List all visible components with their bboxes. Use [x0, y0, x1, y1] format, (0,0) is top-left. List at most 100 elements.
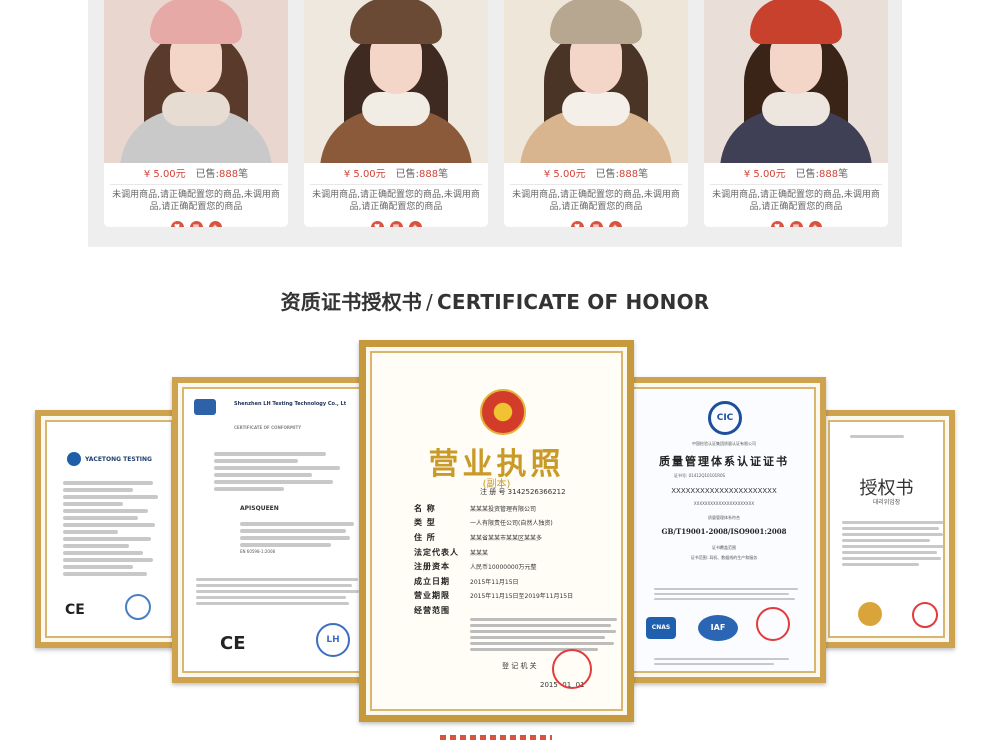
- sold-count: 888: [619, 169, 639, 180]
- divider: [710, 184, 882, 185]
- divider: [510, 184, 682, 185]
- quality-scope-title: 证书覆盖范围: [712, 545, 736, 550]
- field-label: 注册资本: [414, 562, 450, 572]
- field-label: 名 称: [414, 503, 436, 513]
- action-icons: ♥ ▦ ◈: [504, 221, 688, 227]
- red-seal-icon: [756, 607, 790, 641]
- sold-label: 已售:: [395, 169, 420, 180]
- product-card[interactable]: ¥ 5.00元 已售:888笔 未调用商品,请正确配置您的商品,未调用商品,请正确…: [304, 0, 488, 227]
- share-icon[interactable]: ◈: [608, 221, 622, 227]
- cic-logo-text: CIC: [716, 413, 734, 423]
- product-card[interactable]: ¥ 5.00元 已售:888笔 未调用商品,请正确配置您的商品,未调用商品,请正确…: [104, 0, 288, 227]
- quality-addr-line: XXXXXXXXXXXXXXXXXXXXXX: [693, 501, 755, 506]
- field-value: 某某某投资管理有限公司: [470, 505, 537, 513]
- product-description: 未调用商品,请正确配置您的商品,未调用商品,请正确配置您的商品: [312, 190, 480, 212]
- field-value: 某某某: [470, 549, 489, 557]
- product-list: ¥ 5.00元 已售:888笔 未调用商品,请正确配置您的商品,未调用商品,请正确…: [88, 0, 902, 247]
- field-label: 成立日期: [414, 576, 450, 586]
- price: ¥ 5.00元: [143, 169, 186, 180]
- sold-count: 888: [819, 169, 839, 180]
- sold-unit: 笔: [238, 169, 249, 180]
- seal-icon: [125, 594, 151, 620]
- product-image[interactable]: [504, 0, 688, 163]
- section-divider-dots: [440, 735, 552, 740]
- quality-title: 质量管理体系认证证书: [659, 455, 789, 468]
- auth-title: 授权书: [859, 478, 914, 499]
- cnas-badge: CNAS: [646, 617, 676, 639]
- red-seal-icon: [552, 649, 592, 689]
- field-value: 某某省某某市某某区某某多: [470, 534, 543, 542]
- field-label: 住 所: [414, 532, 436, 542]
- product-image[interactable]: [304, 0, 488, 163]
- divider: [110, 184, 282, 185]
- price-line: ¥ 5.00元 已售:888笔: [504, 165, 688, 183]
- section-title: 资质证书授权书 / CERTIFICATE OF HONOR: [0, 286, 990, 315]
- divider: [310, 184, 482, 185]
- lh-stamp-text: LH: [326, 635, 340, 645]
- product-description: 未调用商品,请正确配置您的商品,未调用商品,请正确配置您的商品: [112, 190, 280, 212]
- gold-seal-icon: [858, 602, 882, 626]
- field-value: 人民币10000000万元整: [470, 564, 537, 572]
- share-icon[interactable]: ◈: [208, 221, 222, 227]
- sold-count: 888: [219, 169, 239, 180]
- cart-icon[interactable]: ▦: [789, 221, 803, 227]
- product-image[interactable]: [104, 0, 288, 163]
- product-card[interactable]: ¥ 5.00元 已售:888笔 未调用商品,请正确配置您的商品,未调用商品,请正确…: [704, 0, 888, 227]
- yacetong-brand: YACETONG TESTING: [85, 455, 152, 463]
- cart-icon[interactable]: ▦: [589, 221, 603, 227]
- product-card[interactable]: ¥ 5.00元 已售:888笔 未调用商品,请正确配置您的商品,未调用商品,请正确…: [504, 0, 688, 227]
- sold-unit: 笔: [438, 169, 449, 180]
- heart-icon[interactable]: ♥: [170, 221, 184, 227]
- lh-company: Shenzhen LH Testing Technology Co., Lt: [234, 401, 347, 407]
- share-icon[interactable]: ◈: [808, 221, 822, 227]
- price: ¥ 5.00元: [343, 169, 386, 180]
- price: ¥ 5.00元: [743, 169, 786, 180]
- price-line: ¥ 5.00元 已售:888笔: [104, 165, 288, 183]
- product-image[interactable]: [704, 0, 888, 163]
- certificate-authorization[interactable]: 授权书 대리위임장: [818, 410, 955, 648]
- lh-standard: EN 60598-1:2008: [240, 549, 276, 554]
- sold-label: 已售:: [795, 169, 820, 180]
- certificate-yacetong[interactable]: YACETONG TESTING CE: [35, 410, 183, 648]
- red-seal-icon: [912, 602, 938, 628]
- heart-icon[interactable]: ♥: [570, 221, 584, 227]
- field-label: 类 型: [414, 518, 436, 528]
- field-value: 2015年11月15日: [470, 578, 519, 586]
- price: ¥ 5.00元: [543, 169, 586, 180]
- cic-logo-icon: CIC: [708, 401, 742, 435]
- lh-logo-icon: [194, 399, 216, 415]
- sold-label: 已售:: [195, 169, 220, 180]
- heart-icon[interactable]: ♥: [770, 221, 784, 227]
- sold-unit: 笔: [838, 169, 849, 180]
- heart-icon[interactable]: ♥: [370, 221, 384, 227]
- field-label: 经营范围: [414, 605, 450, 615]
- license-issuer: 登 记 机 关: [502, 662, 537, 670]
- cart-icon[interactable]: ▦: [389, 221, 403, 227]
- section-title-en: CERTIFICATE OF HONOR: [436, 290, 710, 314]
- iaf-badge: IAF: [698, 615, 738, 641]
- sold-label: 已售:: [595, 169, 620, 180]
- action-icons: ♥ ▦ ◈: [304, 221, 488, 227]
- license-fields: 名 称 某某某投资管理有限公司 类 型 一人有限责任公司(自然人独资) 住 所 某某省…: [414, 501, 621, 618]
- sold-unit: 笔: [638, 169, 649, 180]
- lh-heading: CERTIFICATE OF CONFORMITY: [234, 425, 302, 430]
- product-description: 未调用商品,请正确配置您的商品,未调用商品,请正确配置您的商品: [712, 190, 880, 212]
- lh-brand: APISQUEEN: [240, 505, 279, 512]
- action-icons: ♥ ▦ ◈: [704, 221, 888, 227]
- cart-icon[interactable]: ▦: [189, 221, 203, 227]
- quality-name-line: XXXXXXXXXXXXXXXXXXXXXX: [671, 487, 777, 495]
- field-value: 一人有限责任公司(自然人独资): [470, 520, 553, 528]
- certificate-lh-testing[interactable]: Shenzhen LH Testing Technology Co., Lt C…: [172, 377, 372, 683]
- quality-standard: GB/T19001-2008/ISO9001:2008: [661, 527, 787, 536]
- national-emblem-icon: [480, 389, 526, 435]
- yacetong-logo-icon: [67, 452, 81, 466]
- title-separator: /: [426, 290, 433, 314]
- price-line: ¥ 5.00元 已售:888笔: [304, 165, 488, 183]
- quality-conform: 质量管理体系符合: [708, 515, 740, 520]
- certificate-business-license[interactable]: 营业执照 (副本) 注 册 号 3142526366212 名 称某某某投资管理…: [359, 340, 634, 722]
- action-icons: ♥ ▦ ◈: [104, 221, 288, 227]
- field-label: 法定代表人: [414, 547, 459, 557]
- ce-mark: CE: [65, 602, 85, 618]
- share-icon[interactable]: ◈: [408, 221, 422, 227]
- certificate-quality-system[interactable]: CIC 中国检验认证集团质量认证有限公司 质量管理体系认证证书 证书号: 014…: [622, 377, 826, 683]
